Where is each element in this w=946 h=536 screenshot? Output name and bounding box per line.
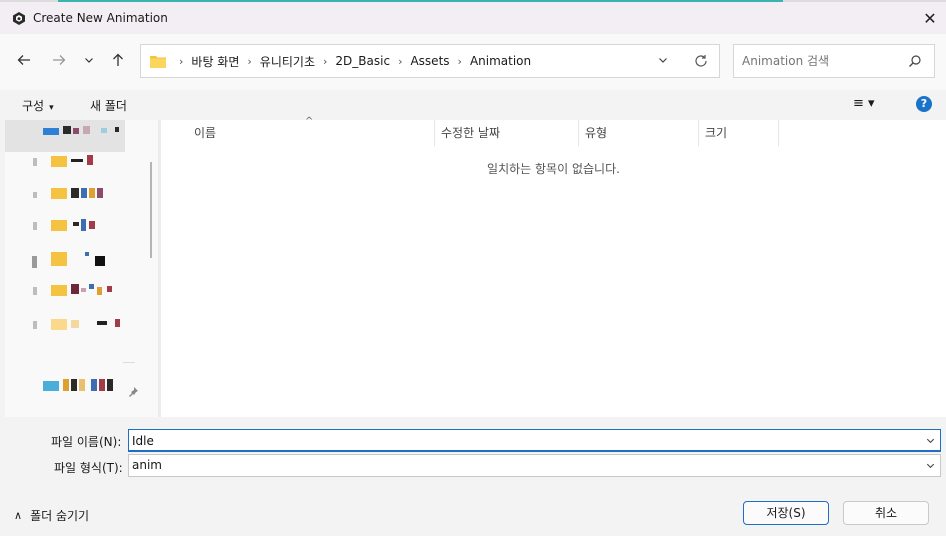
column-divider[interactable] bbox=[778, 120, 779, 146]
view-options-button[interactable]: ≡ ▾ bbox=[853, 96, 875, 111]
nav-item-obscured[interactable] bbox=[31, 250, 131, 268]
search-icon bbox=[909, 55, 921, 67]
column-header-type[interactable]: 유형 bbox=[585, 124, 607, 141]
nav-item-selected[interactable] bbox=[5, 120, 125, 152]
save-options-panel: 파일 이름(N): 파일 형식(T): anim ∧ 폴더 숨기기 저장(S) … bbox=[0, 417, 946, 536]
address-bar[interactable]: › 바탕 화면 › 유니티기초 › 2D_Basic › Assets › An… bbox=[140, 44, 720, 78]
command-toolbar: 구성 ▾ 새 폴더 ≡ ▾ ? bbox=[0, 90, 946, 120]
forward-button[interactable] bbox=[47, 48, 71, 72]
breadcrumb-separator: › bbox=[323, 54, 328, 68]
filetype-select[interactable]: anim bbox=[128, 454, 941, 477]
column-header-size[interactable]: 크기 bbox=[705, 124, 727, 141]
up-arrow-icon bbox=[113, 53, 123, 66]
forward-arrow-icon bbox=[53, 55, 66, 65]
nav-item-obscured[interactable] bbox=[31, 154, 131, 168]
window-title: Create New Animation bbox=[33, 11, 168, 25]
breadcrumb-separator: › bbox=[247, 54, 252, 68]
new-folder-label: 새 폴더 bbox=[90, 99, 127, 113]
breadcrumb-item-desktop[interactable]: 바탕 화면 bbox=[191, 53, 239, 70]
nav-separator bbox=[123, 362, 135, 363]
organize-button[interactable]: 구성 ▾ bbox=[22, 97, 54, 114]
close-button[interactable]: ✕ bbox=[916, 6, 944, 32]
chevron-down-icon bbox=[85, 58, 93, 63]
new-folder-button[interactable]: 새 폴더 bbox=[90, 97, 127, 114]
column-divider[interactable] bbox=[698, 120, 699, 146]
column-header-modified[interactable]: 수정한 날짜 bbox=[441, 124, 500, 141]
unity-app-icon bbox=[13, 12, 25, 25]
nav-item-obscured[interactable] bbox=[43, 126, 123, 136]
chevron-down-icon bbox=[926, 463, 935, 469]
search-input[interactable] bbox=[742, 51, 902, 71]
navigation-scrollbar[interactable] bbox=[150, 162, 152, 258]
breadcrumb-separator: › bbox=[457, 54, 462, 68]
address-history-dropdown-icon[interactable] bbox=[657, 54, 669, 66]
view-list-icon: ≡ ▾ bbox=[853, 96, 875, 111]
navigation-pane[interactable] bbox=[5, 120, 158, 417]
up-button[interactable] bbox=[106, 48, 130, 72]
breadcrumb-item-unity-basics[interactable]: 유니티기초 bbox=[260, 53, 315, 70]
back-arrow-icon bbox=[17, 55, 30, 65]
column-divider[interactable] bbox=[434, 120, 435, 146]
nav-item-obscured[interactable] bbox=[31, 218, 131, 232]
organize-caret-icon: ▾ bbox=[49, 103, 54, 113]
search-box[interactable] bbox=[733, 44, 935, 78]
breadcrumb-item-assets[interactable]: Assets bbox=[410, 54, 449, 68]
filename-label: 파일 이름(N): bbox=[51, 435, 122, 449]
recent-locations-button[interactable] bbox=[77, 48, 101, 72]
hide-folders-label: 폴더 숨기기 bbox=[30, 509, 90, 523]
title-bar: Create New Animation ✕ bbox=[0, 2, 946, 34]
refresh-icon[interactable] bbox=[693, 53, 709, 69]
nav-item-obscured[interactable] bbox=[31, 317, 131, 331]
column-divider[interactable] bbox=[578, 120, 579, 146]
filetype-value: anim bbox=[132, 458, 162, 472]
chevron-up-icon: ∧ bbox=[14, 509, 23, 522]
help-button[interactable]: ? bbox=[916, 96, 932, 112]
chevron-down-icon[interactable] bbox=[925, 435, 936, 446]
nav-item-obscured[interactable] bbox=[31, 186, 131, 200]
breadcrumb-separator: › bbox=[398, 54, 403, 68]
cancel-button[interactable]: 취소 bbox=[843, 501, 929, 525]
sort-ascending-icon: ^ bbox=[305, 116, 314, 127]
close-icon: ✕ bbox=[923, 9, 937, 28]
navigation-row: › 바탕 화면 › 유니티기초 › 2D_Basic › Assets › An… bbox=[0, 34, 946, 90]
save-button[interactable]: 저장(S) bbox=[743, 501, 829, 525]
back-button[interactable] bbox=[12, 48, 36, 72]
breadcrumb-separator: › bbox=[179, 54, 184, 68]
hide-folders-button[interactable]: ∧ 폴더 숨기기 bbox=[14, 507, 89, 524]
folder-icon bbox=[150, 56, 166, 68]
filetype-label: 파일 형식(T): bbox=[54, 461, 123, 475]
help-icon: ? bbox=[920, 97, 928, 110]
column-header-name[interactable]: 이름 bbox=[194, 124, 216, 141]
file-list[interactable]: ^ 이름 수정한 날짜 유형 크기 일치하는 항목이 없습니다. bbox=[161, 116, 946, 417]
empty-list-message: 일치하는 항목이 없습니다. bbox=[487, 162, 620, 176]
organize-label: 구성 bbox=[22, 99, 45, 113]
pin-icon bbox=[129, 387, 138, 397]
filename-field[interactable] bbox=[128, 429, 941, 452]
breadcrumb-item-2d-basic[interactable]: 2D_Basic bbox=[335, 54, 390, 68]
nav-item-obscured[interactable] bbox=[31, 283, 131, 297]
filename-input[interactable] bbox=[132, 432, 912, 449]
breadcrumb-item-animation[interactable]: Animation bbox=[470, 54, 531, 68]
breadcrumb: › 바탕 화면 › 유니티기초 › 2D_Basic › Assets › An… bbox=[171, 45, 531, 77]
